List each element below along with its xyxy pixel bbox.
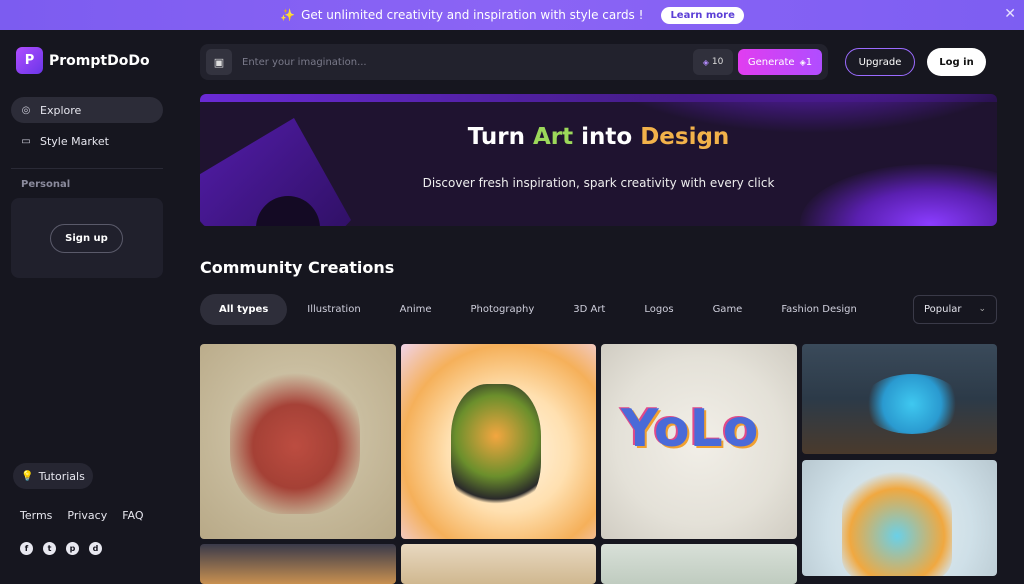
- hero-banner: Turn Art into Design Discover fresh insp…: [200, 94, 997, 226]
- explore-icon: ◎: [21, 104, 31, 116]
- filter-photography[interactable]: Photography: [452, 294, 554, 325]
- terms-link[interactable]: Terms: [20, 509, 52, 522]
- filter-all-types[interactable]: All types: [200, 294, 288, 325]
- sort-select[interactable]: Popular ⌄: [913, 295, 997, 324]
- lightbulb-icon: 💡: [21, 470, 34, 482]
- hero-title-part: Turn: [467, 124, 533, 150]
- social-links: f t p d: [20, 542, 112, 555]
- filter-fashion-design[interactable]: Fashion Design: [762, 294, 875, 325]
- chevron-down-icon: ⌄: [978, 304, 986, 314]
- faq-link[interactable]: FAQ: [122, 509, 143, 522]
- pinterest-icon[interactable]: p: [66, 542, 79, 555]
- personal-label: Personal: [21, 179, 71, 190]
- sign-up-button[interactable]: Sign up: [50, 224, 123, 253]
- sidebar-item-explore[interactable]: ◎ Explore: [11, 97, 163, 123]
- upgrade-button[interactable]: Upgrade: [845, 48, 915, 76]
- discord-icon[interactable]: d: [89, 542, 102, 555]
- sidebar-item-label: Explore: [40, 103, 82, 117]
- prompt-bar: ▣ ◈ 10 Generate ◈ 1: [200, 44, 828, 80]
- tutorials-label: Tutorials: [38, 469, 85, 483]
- filter-3d-art[interactable]: 3D Art: [554, 294, 624, 325]
- hero-title-design: Design: [640, 124, 730, 150]
- sidebar-item-style-market[interactable]: ▭ Style Market: [11, 128, 163, 154]
- gallery-image: [451, 384, 541, 514]
- sparkle-icon: ✨: [280, 8, 296, 22]
- gallery-image: YoLo: [621, 399, 759, 459]
- filter-anime[interactable]: Anime: [381, 294, 451, 325]
- gallery-image: [862, 374, 962, 434]
- tutorials-button[interactable]: 💡 Tutorials: [13, 463, 93, 489]
- community-title: Community Creations: [200, 258, 395, 277]
- brand-name: PromptDoDo: [49, 52, 150, 69]
- generate-label: Generate: [747, 56, 795, 68]
- gallery-card[interactable]: [601, 544, 797, 584]
- sidebar-item-label: Style Market: [40, 134, 109, 148]
- personal-panel: Sign up: [11, 198, 163, 278]
- footer-links: Terms Privacy FAQ: [20, 509, 159, 522]
- login-button[interactable]: Log in: [927, 48, 986, 76]
- filter-illustration[interactable]: Illustration: [288, 294, 379, 325]
- credit-icon: ◈: [702, 57, 709, 67]
- hero-decoration: [800, 164, 997, 226]
- credits-count: 10: [711, 57, 724, 67]
- gallery-card[interactable]: [200, 544, 396, 584]
- filter-tabs: All types Illustration Anime Photography…: [200, 294, 893, 325]
- hero-title-part: into: [573, 124, 641, 150]
- store-icon: ▭: [21, 135, 31, 147]
- privacy-link[interactable]: Privacy: [67, 509, 107, 522]
- image-upload-icon[interactable]: ▣: [206, 49, 232, 75]
- twitter-icon[interactable]: t: [43, 542, 56, 555]
- gallery-card[interactable]: [802, 460, 997, 576]
- facebook-icon[interactable]: f: [20, 542, 33, 555]
- filter-game[interactable]: Game: [694, 294, 762, 325]
- generate-cost: 1: [805, 56, 813, 68]
- sidebar: P PromptDoDo ◎ Explore ▭ Style Market Pe…: [0, 30, 176, 576]
- gallery-card[interactable]: [401, 544, 596, 584]
- filter-more[interactable]: P: [877, 294, 893, 325]
- hero-title: Turn Art into Design: [200, 124, 997, 150]
- promo-banner: ✨ Get unlimited creativity and inspirati…: [0, 0, 1024, 30]
- learn-more-button[interactable]: Learn more: [661, 6, 744, 24]
- hero-subtitle: Discover fresh inspiration, spark creati…: [422, 176, 775, 190]
- credits-badge: ◈ 10: [693, 49, 733, 75]
- generate-button[interactable]: Generate ◈ 1: [738, 49, 822, 75]
- filter-logos[interactable]: Logos: [625, 294, 692, 325]
- gallery-card[interactable]: [802, 344, 997, 454]
- banner-text: Get unlimited creativity and inspiration…: [301, 8, 644, 22]
- sidebar-divider: [11, 168, 163, 169]
- gallery-image: [842, 470, 952, 576]
- gallery-card[interactable]: YoLo: [601, 344, 797, 539]
- logo[interactable]: P PromptDoDo: [16, 47, 150, 74]
- sort-value: Popular: [924, 304, 962, 315]
- prompt-input[interactable]: [242, 56, 693, 68]
- logo-mark-icon: P: [16, 47, 43, 74]
- gallery-card[interactable]: [401, 344, 596, 539]
- hero-title-art: Art: [532, 124, 574, 150]
- gallery-card[interactable]: [200, 344, 396, 539]
- gallery-image: [230, 364, 360, 514]
- close-icon[interactable]: ✕: [1004, 6, 1016, 22]
